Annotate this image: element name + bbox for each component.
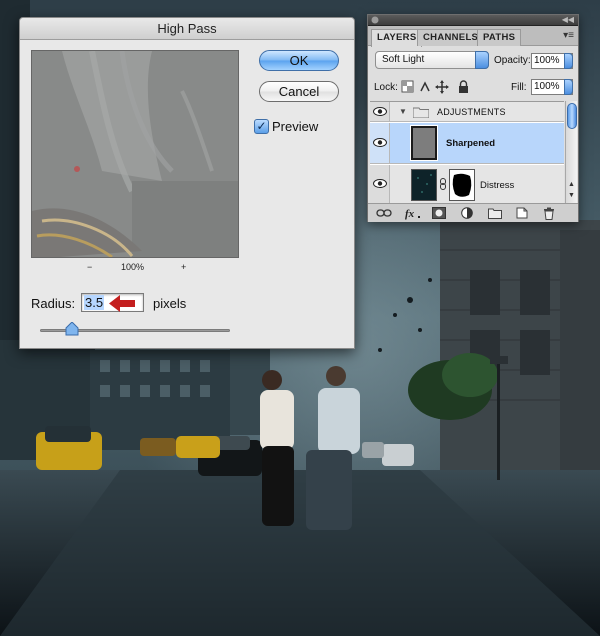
lock-image-pixels-icon[interactable]	[420, 81, 430, 92]
close-icon[interactable]	[371, 16, 379, 24]
preview-checkbox-label: Preview	[272, 119, 319, 134]
layer-row-sharpened[interactable]: Sharpened	[370, 123, 564, 164]
eye-icon	[373, 138, 387, 147]
zoom-out-button[interactable]: −	[87, 262, 92, 272]
blend-mode-value: Soft Light	[382, 54, 425, 65]
visibility-toggle[interactable]	[370, 102, 390, 121]
layer-list-scrollbar[interactable]: ▲ ▼	[565, 101, 577, 203]
dialog-title: High Pass	[20, 18, 354, 40]
opacity-dropdown-icon[interactable]	[564, 53, 573, 69]
visibility-toggle[interactable]	[370, 165, 390, 203]
layer-thumbnail	[411, 169, 437, 201]
tab-channels[interactable]: CHANNELS	[417, 29, 485, 46]
layer-name: ADJUSTMENTS	[437, 107, 506, 117]
folder-icon	[413, 107, 429, 118]
scroll-up-arrow-icon[interactable]: ▲	[568, 181, 575, 188]
red-arrow-annotation-icon	[109, 295, 135, 312]
scroll-down-arrow-icon[interactable]: ▼	[568, 192, 575, 199]
eye-icon	[373, 179, 387, 188]
mask-shape-image	[450, 170, 474, 200]
layer-mask-thumbnail[interactable]	[449, 169, 475, 201]
fill-label: Fill:	[511, 82, 527, 93]
svg-text:fx: fx	[405, 208, 415, 220]
add-mask-icon[interactable]	[432, 207, 446, 219]
fill-dropdown-icon[interactable]	[564, 79, 573, 95]
radius-unit: pixels	[153, 296, 187, 311]
lock-position-icon[interactable]	[435, 80, 449, 94]
link-chain-icon[interactable]	[439, 178, 447, 190]
radius-value: 3.5	[84, 295, 105, 310]
layers-panel-footer: fx	[368, 203, 578, 222]
preview-image	[32, 51, 238, 257]
preview-zoom-controls: − 100% +	[31, 262, 239, 276]
zoom-level: 100%	[121, 262, 145, 272]
radius-input[interactable]: 3.5	[81, 293, 144, 312]
preview-checkbox[interactable]: ✓	[254, 119, 269, 134]
lock-all-icon[interactable]	[459, 80, 468, 93]
link-layers-icon[interactable]	[376, 207, 392, 219]
layer-name: Distress	[480, 180, 515, 191]
layers-panel: ◀◀ LAYERS CHANNELS PATHS ▾≡ Soft Light O…	[367, 14, 579, 222]
distress-texture-image	[412, 170, 436, 200]
tab-layers[interactable]: LAYERS	[371, 29, 423, 47]
new-group-icon[interactable]	[488, 207, 502, 219]
adjustment-layer-icon[interactable]	[461, 207, 475, 219]
lock-label: Lock:	[374, 82, 398, 93]
collapse-icon[interactable]: ◀◀	[562, 15, 574, 25]
layer-row-adjustments-group[interactable]: ▼ ADJUSTMENTS	[370, 102, 564, 122]
zoom-in-button[interactable]: +	[181, 262, 186, 272]
layer-thumbnail	[410, 125, 438, 161]
blend-mode-select[interactable]: Soft Light	[375, 51, 489, 69]
lock-options	[401, 80, 468, 94]
opacity-value: 100%	[534, 55, 560, 66]
eye-icon	[373, 107, 387, 116]
radius-label: Radius:	[31, 296, 76, 311]
filter-preview-window[interactable]	[31, 50, 239, 258]
fx-icon[interactable]: fx	[404, 207, 422, 220]
opacity-input[interactable]: 100%	[531, 53, 573, 69]
scrollbar-thumb[interactable]	[567, 103, 577, 129]
panel-tabs: LAYERS CHANNELS PATHS ▾≡	[368, 26, 578, 47]
layer-name: Sharpened	[446, 138, 496, 149]
blend-mode-arrows-icon	[475, 51, 489, 69]
layer-row-distress[interactable]: Distress	[370, 165, 564, 203]
panel-menu-icon[interactable]: ▾≡	[563, 30, 574, 41]
visibility-toggle[interactable]	[370, 123, 390, 163]
radius-slider-thumb[interactable]	[65, 322, 79, 336]
lock-transparent-pixels-icon[interactable]	[401, 80, 414, 93]
layer-list: ▼ ADJUSTMENTS Sharpened Distress	[370, 101, 564, 203]
fill-input[interactable]: 100%	[531, 79, 573, 95]
new-layer-icon[interactable]	[516, 207, 528, 219]
high-pass-dialog: High Pass − 100% + OK Cancel ✓ Preview R…	[19, 17, 355, 349]
cancel-button[interactable]: Cancel	[259, 81, 339, 102]
tab-paths[interactable]: PATHS	[477, 29, 522, 46]
panel-titlebar: ◀◀	[368, 15, 578, 26]
fill-value: 100%	[534, 81, 560, 92]
expand-triangle-icon[interactable]: ▼	[399, 107, 407, 116]
ok-button[interactable]: OK	[259, 50, 339, 71]
trash-icon[interactable]	[543, 207, 555, 220]
opacity-label: Opacity:	[494, 55, 531, 66]
